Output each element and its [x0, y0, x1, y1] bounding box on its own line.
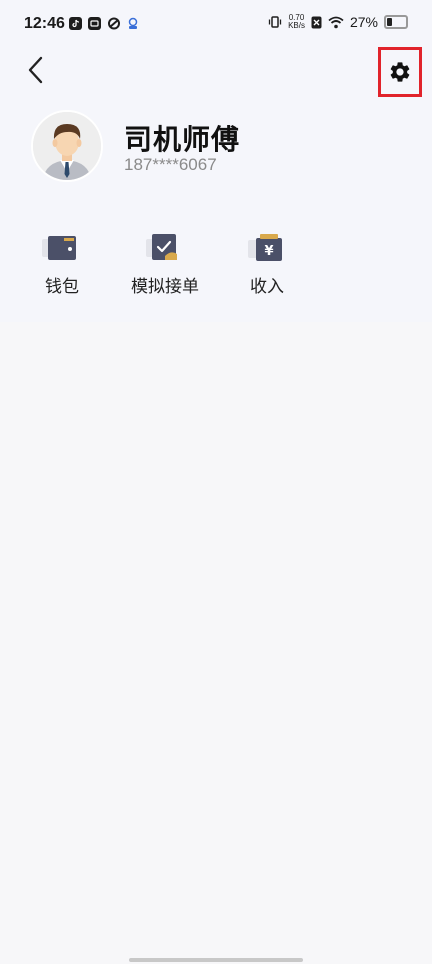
- simulate-order-icon: [146, 234, 177, 260]
- profile-name: 司机师傅: [124, 123, 241, 156]
- network-speed-unit: KB/s: [288, 21, 305, 30]
- driver-avatar-icon: [33, 112, 101, 180]
- simulate-order-button[interactable]: 模拟接单: [120, 228, 210, 297]
- income-button[interactable]: ¥ 收入: [222, 228, 312, 297]
- app-notification-icon: [88, 17, 101, 30]
- no-sim-icon: [311, 16, 322, 28]
- wallet-icon: [42, 236, 76, 260]
- simulate-order-label: 模拟接单: [131, 277, 199, 297]
- avatar[interactable]: [31, 110, 103, 182]
- sync-icon: [108, 17, 120, 30]
- battery-percentage: 27%: [349, 14, 378, 30]
- wallet-label: 钱包: [45, 277, 79, 297]
- network-speed: 0.70 KB/s: [288, 14, 305, 30]
- screen: 12:46 0.70 KB/s 27% 司机师傅 187****6067 钱包 …: [0, 0, 432, 964]
- income-icon: ¥: [248, 234, 282, 261]
- income-label: 收入: [250, 277, 284, 297]
- chevron-left-icon: [28, 56, 43, 84]
- status-bar: 12:46 0.70 KB/s 27%: [0, 0, 432, 48]
- settings-button[interactable]: [378, 47, 422, 97]
- home-indicator[interactable]: [129, 958, 303, 962]
- gear-icon: [390, 62, 410, 82]
- quick-actions: 钱包 模拟接单 ¥ 收入: [0, 228, 432, 308]
- tiktok-icon: [69, 17, 82, 30]
- profile-phone: 187****6067: [124, 155, 217, 174]
- svg-text:¥: ¥: [264, 244, 273, 259]
- baidu-map-icon: [128, 17, 138, 29]
- wallet-button[interactable]: 钱包: [17, 228, 107, 297]
- battery-icon: [384, 15, 408, 29]
- wifi-icon: [328, 16, 344, 28]
- notification-icons: [69, 17, 139, 30]
- status-time: 12:46: [24, 15, 65, 32]
- system-status-icons: 0.70 KB/s 27%: [268, 14, 408, 30]
- vibrate-icon: [268, 16, 282, 28]
- back-button[interactable]: [20, 52, 50, 88]
